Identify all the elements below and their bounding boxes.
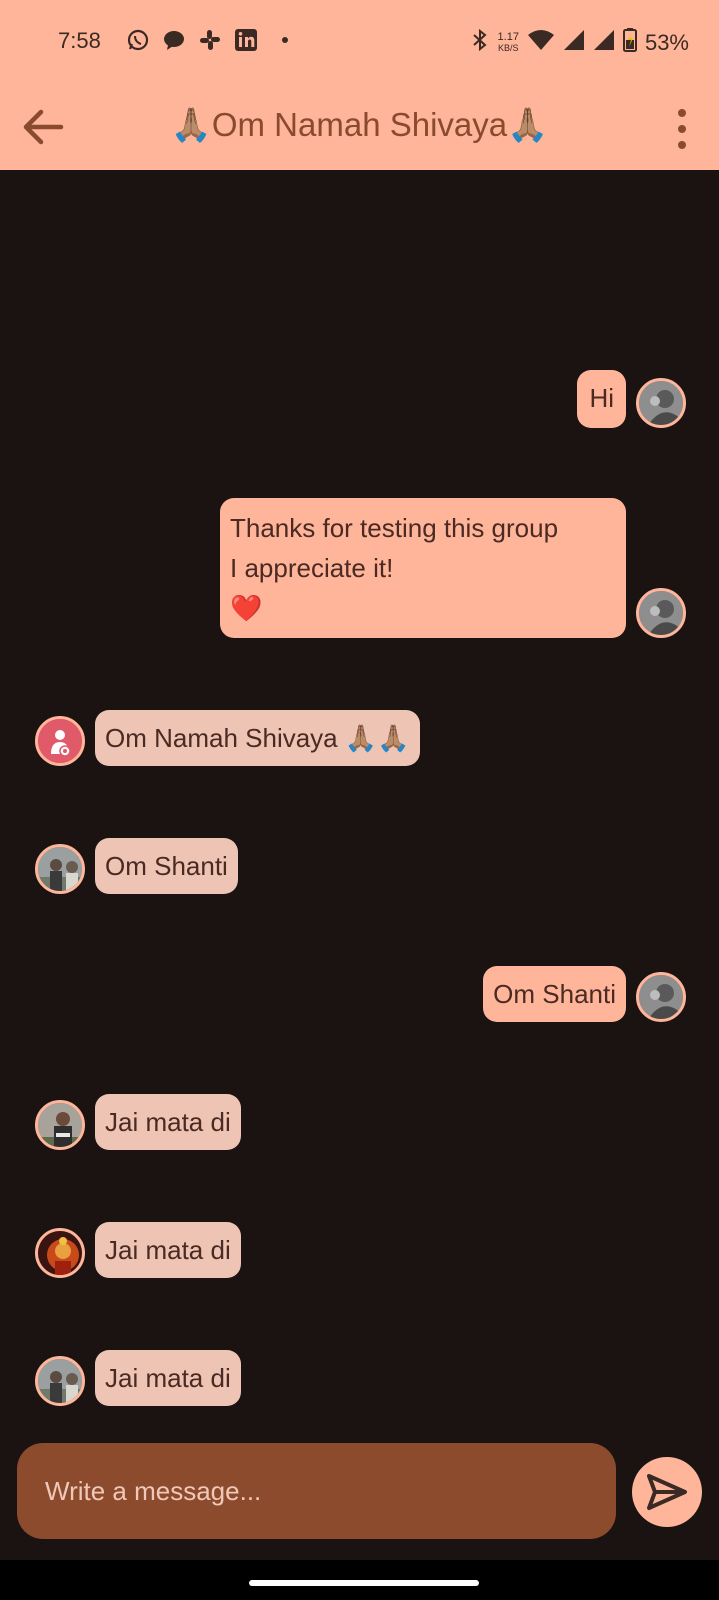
chat-title: 🙏🏽Om Namah Shivaya🙏🏽: [170, 106, 549, 143]
avatar: [35, 1356, 85, 1406]
send-button[interactable]: [632, 1457, 702, 1527]
message-list[interactable]: Hi Thanks for testing this group I appre…: [0, 170, 719, 1420]
status-bar: 7:58 1.17 KB/S 53%: [0, 0, 719, 86]
message-text: Om Namah Shivaya 🙏🏽🙏🏽: [105, 723, 410, 753]
message-incoming[interactable]: Jai mata di: [35, 1094, 241, 1150]
message-bubble: Om Shanti: [483, 966, 626, 1022]
slack-icon: [198, 28, 222, 52]
message-incoming[interactable]: Jai mata di: [35, 1350, 241, 1406]
notification-icons: [126, 28, 288, 52]
messages-icon: [162, 28, 186, 52]
message-bubble: Jai mata di: [95, 1222, 241, 1278]
message-text: Jai mata di: [105, 1363, 231, 1393]
avatar: [35, 716, 85, 766]
network-speed-unit: KB/S: [497, 43, 519, 53]
message-bubble: Thanks for testing this group I apprecia…: [220, 498, 626, 638]
bluetooth-icon: [470, 28, 490, 58]
message-incoming[interactable]: Om Shanti: [35, 838, 238, 894]
message-bubble: Jai mata di: [95, 1350, 241, 1406]
message-outgoing[interactable]: Thanks for testing this group I apprecia…: [220, 498, 686, 638]
battery-icon: [622, 28, 637, 58]
message-incoming[interactable]: Jai mata di: [35, 1222, 241, 1278]
network-speed: 1.17 KB/S: [498, 32, 519, 54]
avatar: [35, 1228, 85, 1278]
message-text: Om Shanti: [105, 851, 228, 881]
message-text: Om Shanti: [493, 979, 616, 1009]
network-speed-value: 1.17: [497, 31, 519, 43]
avatar: [35, 1100, 85, 1150]
avatar: [636, 378, 686, 428]
linkedin-icon: [234, 28, 258, 52]
avatar: [35, 844, 85, 894]
message-input[interactable]: [45, 1443, 595, 1539]
message-text: Hi: [589, 383, 614, 413]
battery-percent: 53%: [644, 30, 689, 55]
more-vert-icon: [678, 109, 686, 117]
message-composer: [17, 1443, 616, 1539]
message-text: Jai mata di: [105, 1235, 231, 1265]
system-icons: 1.17 KB/S 53%: [470, 28, 689, 58]
avatar: [636, 588, 686, 638]
message-text-line: Thanks for testing this group: [230, 513, 559, 543]
message-bubble: Om Shanti: [95, 838, 238, 894]
navigation-bar: [0, 1560, 719, 1600]
send-icon: [647, 1474, 687, 1510]
message-outgoing[interactable]: Hi: [577, 370, 686, 428]
whatsapp-icon: [126, 28, 150, 52]
wifi-icon: [527, 29, 555, 57]
more-options-button[interactable]: [667, 104, 697, 154]
message-text: Jai mata di: [105, 1107, 231, 1137]
home-gesture-handle[interactable]: [249, 1580, 479, 1586]
signal-2-icon: [593, 29, 615, 57]
message-text-line: I appreciate it!: [230, 553, 394, 583]
more-notifications-dot: [282, 37, 288, 43]
heart-emoji: ❤️: [230, 593, 263, 623]
message-outgoing[interactable]: Om Shanti: [483, 966, 686, 1022]
default-user-icon: [38, 719, 82, 763]
app-bar: 🙏🏽Om Namah Shivaya🙏🏽: [0, 86, 719, 170]
signal-icon: [563, 29, 585, 57]
avatar: [636, 972, 686, 1022]
message-bubble: Om Namah Shivaya 🙏🏽🙏🏽: [95, 710, 420, 766]
status-time: 7:58: [58, 28, 101, 53]
message-bubble: Hi: [577, 370, 626, 428]
message-bubble: Jai mata di: [95, 1094, 241, 1150]
message-incoming[interactable]: Om Namah Shivaya 🙏🏽🙏🏽: [35, 710, 420, 766]
